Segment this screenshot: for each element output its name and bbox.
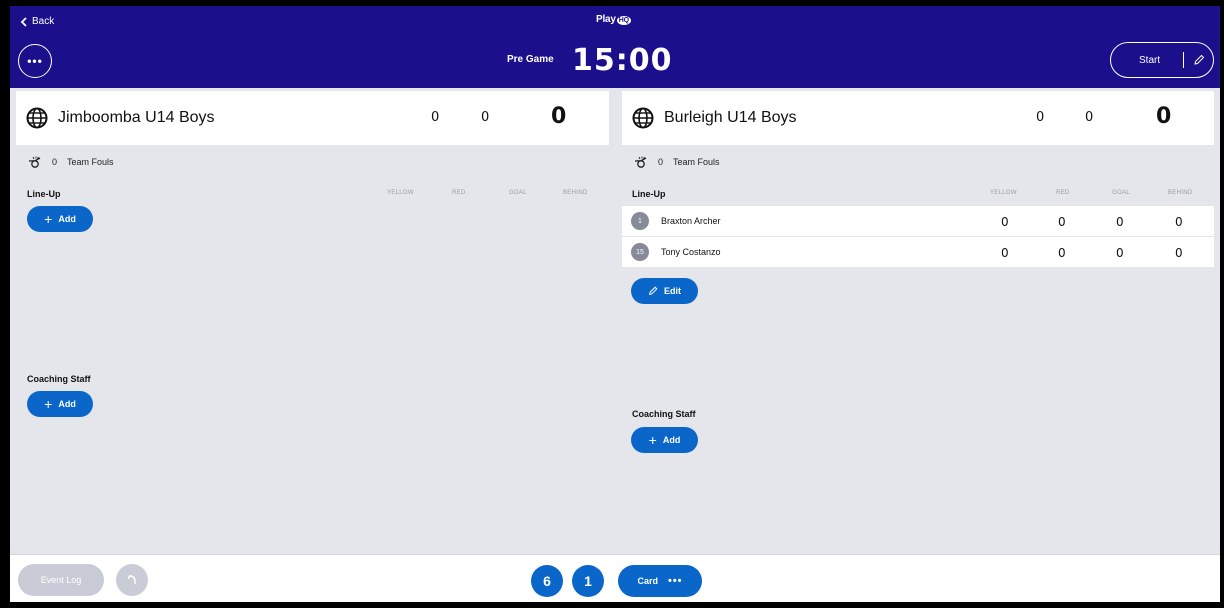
card-label: Card	[637, 576, 658, 586]
whistle-icon	[28, 156, 41, 168]
divider	[1183, 52, 1185, 68]
playhq-logo: Play HQ	[596, 14, 631, 25]
logo-badge: HQ	[616, 16, 631, 25]
away-fouls-label: Team Fouls	[673, 157, 720, 167]
chevron-left-icon	[20, 16, 27, 27]
away-score-goals: 0	[1036, 110, 1045, 125]
undo-button[interactable]	[116, 564, 148, 596]
add-label: Add	[662, 435, 681, 445]
more-menu-button[interactable]: •••	[18, 44, 52, 78]
player-goal[interactable]: 0	[1116, 215, 1124, 229]
home-add-player-button[interactable]: + Add	[27, 206, 93, 232]
back-label: Back	[32, 16, 55, 27]
home-col-yellow: YELLOW	[387, 190, 414, 196]
home-coaching-staff-label: Coaching Staff	[27, 374, 91, 384]
card-button[interactable]: Card •••	[618, 565, 702, 597]
home-add-coach-button[interactable]: + Add	[27, 391, 93, 417]
home-col-red: RED	[452, 190, 466, 196]
away-fouls-count: 0	[658, 157, 664, 167]
player-red[interactable]: 0	[1058, 246, 1066, 260]
game-period: Pre Game	[507, 54, 554, 65]
undo-icon	[128, 575, 136, 584]
away-team-card: Burleigh U14 Boys 0 0 0	[622, 91, 1214, 145]
player-name: Tony Costanzo	[661, 247, 721, 257]
away-score-total: 0	[1156, 104, 1172, 129]
home-score-goals: 0	[431, 110, 440, 125]
add-label: Add	[58, 399, 76, 409]
home-col-goal: GOAL	[509, 190, 527, 196]
plus-icon: +	[44, 396, 53, 412]
home-team-fouls[interactable]: 0 Team Fouls	[28, 156, 114, 168]
whistle-icon	[634, 156, 647, 168]
globe-icon	[26, 107, 48, 129]
home-team-name: Jimboomba U14 Boys	[58, 109, 215, 126]
home-fouls-count: 0	[52, 157, 58, 167]
home-lineup-label: Line-Up	[27, 189, 61, 199]
home-fouls-label: Team Fouls	[67, 157, 114, 167]
app-frame: Back Play HQ ••• Pre Game 15:00 Start Jim…	[10, 6, 1220, 602]
count-badge-a[interactable]: 6	[531, 565, 563, 597]
away-col-goal: GOAL	[1112, 190, 1130, 196]
player-yellow[interactable]: 0	[1001, 215, 1009, 229]
back-button[interactable]: Back	[20, 16, 54, 27]
away-lineup-label: Line-Up	[632, 189, 666, 199]
away-col-behind: BEHIND	[1168, 190, 1193, 196]
away-team-fouls[interactable]: 0 Team Fouls	[634, 156, 720, 168]
away-coaching-staff-label: Coaching Staff	[632, 409, 696, 419]
player-name: Braxton Archer	[661, 216, 721, 226]
player-number: 15	[631, 243, 649, 261]
home-col-behind: BEHIND	[563, 190, 588, 196]
start-button[interactable]: Start	[1110, 42, 1214, 78]
player-behind[interactable]: 0	[1175, 215, 1183, 229]
player-row[interactable]: 1 Braxton Archer 0 0 0 0	[622, 206, 1214, 236]
count-badge-b[interactable]: 1	[572, 565, 604, 597]
away-col-yellow: YELLOW	[990, 190, 1017, 196]
home-score-total: 0	[551, 104, 567, 129]
pencil-icon[interactable]	[1193, 54, 1205, 66]
globe-icon	[632, 107, 654, 129]
start-label: Start	[1139, 54, 1161, 66]
pencil-icon	[649, 286, 658, 295]
home-team-card: Jimboomba U14 Boys 0 0 0	[16, 91, 609, 145]
add-label: Add	[58, 214, 76, 224]
player-row[interactable]: 15 Tony Costanzo 0 0 0 0	[622, 237, 1214, 267]
away-team-name: Burleigh U14 Boys	[664, 109, 797, 126]
footer-bar: Event Log 6 1 Card •••	[10, 554, 1220, 602]
plus-icon: +	[44, 211, 53, 227]
player-yellow[interactable]: 0	[1001, 246, 1009, 260]
player-number: 1	[631, 212, 649, 230]
plus-icon: +	[648, 432, 657, 448]
home-score-behinds: 0	[481, 110, 490, 125]
player-behind[interactable]: 0	[1175, 246, 1183, 260]
game-clock: 15:00	[572, 43, 673, 78]
away-add-coach-button[interactable]: + Add	[631, 427, 698, 453]
more-icon: •••	[667, 575, 683, 587]
away-score-behinds: 0	[1085, 110, 1094, 125]
event-log-button[interactable]: Event Log	[18, 564, 104, 596]
player-red[interactable]: 0	[1058, 215, 1066, 229]
player-goal[interactable]: 0	[1116, 246, 1124, 260]
edit-label: Edit	[664, 286, 681, 296]
away-edit-lineup-button[interactable]: Edit	[631, 278, 698, 304]
away-col-red: RED	[1056, 190, 1070, 196]
header-bar: Back Play HQ ••• Pre Game 15:00 Start	[10, 6, 1220, 88]
